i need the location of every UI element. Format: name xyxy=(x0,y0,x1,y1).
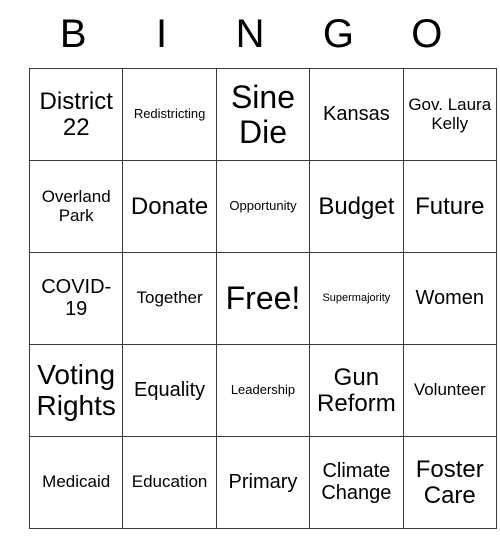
bingo-cell-label: Women xyxy=(415,286,485,309)
bingo-cell-label: Budget xyxy=(318,192,395,220)
bingo-cell-label: Primary xyxy=(228,470,298,493)
bingo-cell[interactable]: Medicaid xyxy=(28,436,124,529)
bingo-row: District 22 Redistricting Sine Die Kansa… xyxy=(28,68,497,161)
bingo-cell-label: Sine Die xyxy=(230,78,295,150)
header-letter-i: I xyxy=(156,12,168,56)
bingo-cell[interactable]: Sine Die xyxy=(215,68,311,161)
bingo-cell[interactable]: Redistricting xyxy=(122,68,217,161)
header-letter-n: N xyxy=(235,12,265,56)
bingo-cell-label: Opportunity xyxy=(229,198,297,214)
bingo-cell[interactable]: District 22 xyxy=(28,68,124,161)
bingo-cell[interactable]: Primary xyxy=(215,436,311,529)
bingo-cell-label: Volunteer xyxy=(413,380,486,400)
bingo-card: B I N G O District 22 Redistricting Sine… xyxy=(28,0,497,529)
bingo-cell-free[interactable]: Free! xyxy=(215,252,311,345)
bingo-row: Voting Rights Equality Leadership Gun Re… xyxy=(28,344,497,437)
bingo-cell-label: Equality xyxy=(134,378,206,401)
bingo-cell-label: Leadership xyxy=(230,382,296,398)
bingo-cell[interactable]: Together xyxy=(122,252,217,345)
bingo-cell-label: Gov. Laura Kelly xyxy=(408,95,492,133)
bingo-cell-label: Overland Park xyxy=(41,187,111,225)
bingo-cell[interactable]: Volunteer xyxy=(402,344,497,437)
bingo-cell[interactable]: Overland Park xyxy=(28,160,124,253)
bingo-cell-label: Climate Change xyxy=(321,459,392,504)
bingo-cell[interactable]: Gov. Laura Kelly xyxy=(402,68,497,161)
bingo-cell-label: Kansas xyxy=(323,102,390,125)
bingo-cell-label: Donate xyxy=(130,192,209,220)
bingo-cell[interactable]: Climate Change xyxy=(309,436,404,529)
bingo-cell-label: Foster Care xyxy=(415,455,484,509)
bingo-cell-label: Redistricting xyxy=(133,106,206,122)
bingo-cell[interactable]: Future xyxy=(402,160,497,253)
bingo-cell-label: Together xyxy=(136,288,203,308)
header-letter-o: O xyxy=(411,12,443,56)
bingo-cell[interactable]: Gun Reform xyxy=(309,344,404,437)
bingo-cell[interactable]: Equality xyxy=(122,344,217,437)
bingo-cell-label: District 22 xyxy=(39,87,113,141)
header-letter-b: B xyxy=(59,12,87,56)
bingo-row: Medicaid Education Primary Climate Chang… xyxy=(28,436,497,529)
bingo-cell[interactable]: Supermajority xyxy=(309,252,404,345)
bingo-cell[interactable]: Budget xyxy=(309,160,404,253)
bingo-cell[interactable]: Education xyxy=(122,436,217,529)
bingo-header: B I N G O xyxy=(29,0,471,68)
bingo-grid: District 22 Redistricting Sine Die Kansa… xyxy=(28,68,497,529)
bingo-cell[interactable]: Women xyxy=(402,252,497,345)
bingo-cell[interactable]: Voting Rights xyxy=(28,344,124,437)
bingo-cell[interactable]: Opportunity xyxy=(215,160,311,253)
bingo-cell-label: Voting Rights xyxy=(36,359,116,421)
bingo-cell-label: Education xyxy=(131,472,208,492)
bingo-cell-label: Future xyxy=(415,192,485,220)
bingo-cell-label: Medicaid xyxy=(42,472,111,492)
bingo-cell[interactable]: Kansas xyxy=(309,68,404,161)
bingo-cell-label: Free! xyxy=(225,280,301,317)
header-letter-g: G xyxy=(322,12,354,56)
bingo-row: Overland Park Donate Opportunity Budget … xyxy=(28,160,497,253)
bingo-cell[interactable]: Leadership xyxy=(215,344,311,437)
bingo-cell-label: Gun Reform xyxy=(317,363,396,417)
bingo-cell[interactable]: Foster Care xyxy=(402,436,497,529)
bingo-cell-label: Supermajority xyxy=(322,291,391,304)
bingo-row: COVID-19 Together Free! Supermajority Wo… xyxy=(28,252,497,345)
bingo-cell[interactable]: Donate xyxy=(122,160,217,253)
bingo-cell[interactable]: COVID-19 xyxy=(28,252,124,345)
bingo-cell-label: COVID-19 xyxy=(41,275,112,320)
